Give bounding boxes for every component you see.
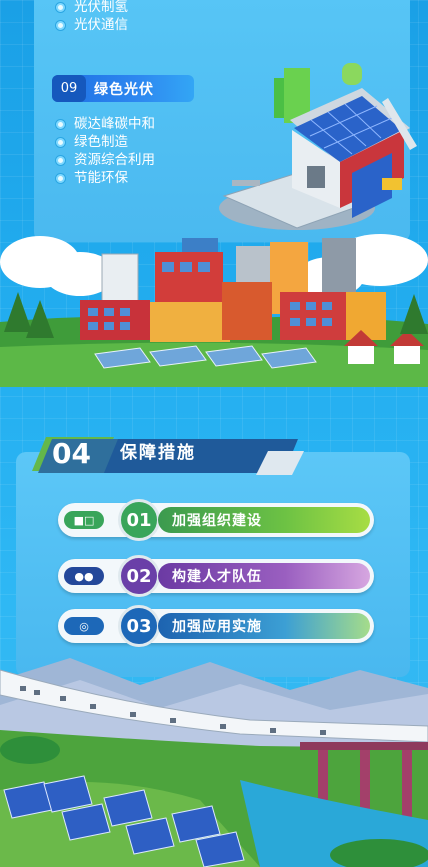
section-number: 04: [52, 437, 91, 470]
list-item: 资源综合利用: [56, 151, 155, 169]
measure-label: 加强应用实施: [158, 613, 370, 639]
org-chart-icon: ■​□: [64, 511, 104, 529]
bullet-icon: [56, 173, 65, 183]
measure-item-talent[interactable]: ●● 02 构建人才队伍: [58, 555, 374, 597]
section-title: 保障措施: [120, 443, 196, 463]
train-solar-illustration: [0, 658, 428, 867]
section-number: 09: [52, 75, 86, 102]
list-item: 节能环保: [56, 169, 155, 187]
measure-number: 02: [118, 555, 160, 597]
satellite-icon: ◎: [64, 617, 104, 635]
measure-label: 加强组织建设: [158, 507, 370, 533]
measure-number: 03: [118, 605, 160, 647]
measure-item-apply[interactable]: ◎ 03 加强应用实施: [58, 605, 374, 647]
bullet-icon: [56, 2, 65, 12]
bullet-icon: [56, 119, 65, 129]
list-item: 绿色制造: [56, 133, 155, 151]
top-bullet-list: 光伏制氢 光伏通信: [56, 0, 128, 34]
bullet-icon: [56, 155, 65, 165]
section-09-list: 碳达峰碳中和 绿色制造 资源综合利用 节能环保: [56, 115, 155, 187]
solar-house-illustration: [219, 63, 417, 230]
bullet-icon: [56, 137, 65, 147]
list-item: 光伏制氢: [56, 0, 128, 16]
list-item: 光伏通信: [56, 16, 128, 34]
city-illustration: [0, 234, 428, 387]
people-icon: ●●: [64, 567, 104, 585]
bullet-icon: [56, 20, 65, 30]
section-09-tag: 09 绿色光伏: [52, 75, 194, 102]
measure-item-org[interactable]: ■​□ 01 加强组织建设: [58, 499, 374, 541]
measure-number: 01: [118, 499, 160, 541]
section-title: 绿色光伏: [94, 81, 154, 98]
list-item: 碳达峰碳中和: [56, 115, 155, 133]
measure-label: 构建人才队伍: [158, 563, 370, 589]
